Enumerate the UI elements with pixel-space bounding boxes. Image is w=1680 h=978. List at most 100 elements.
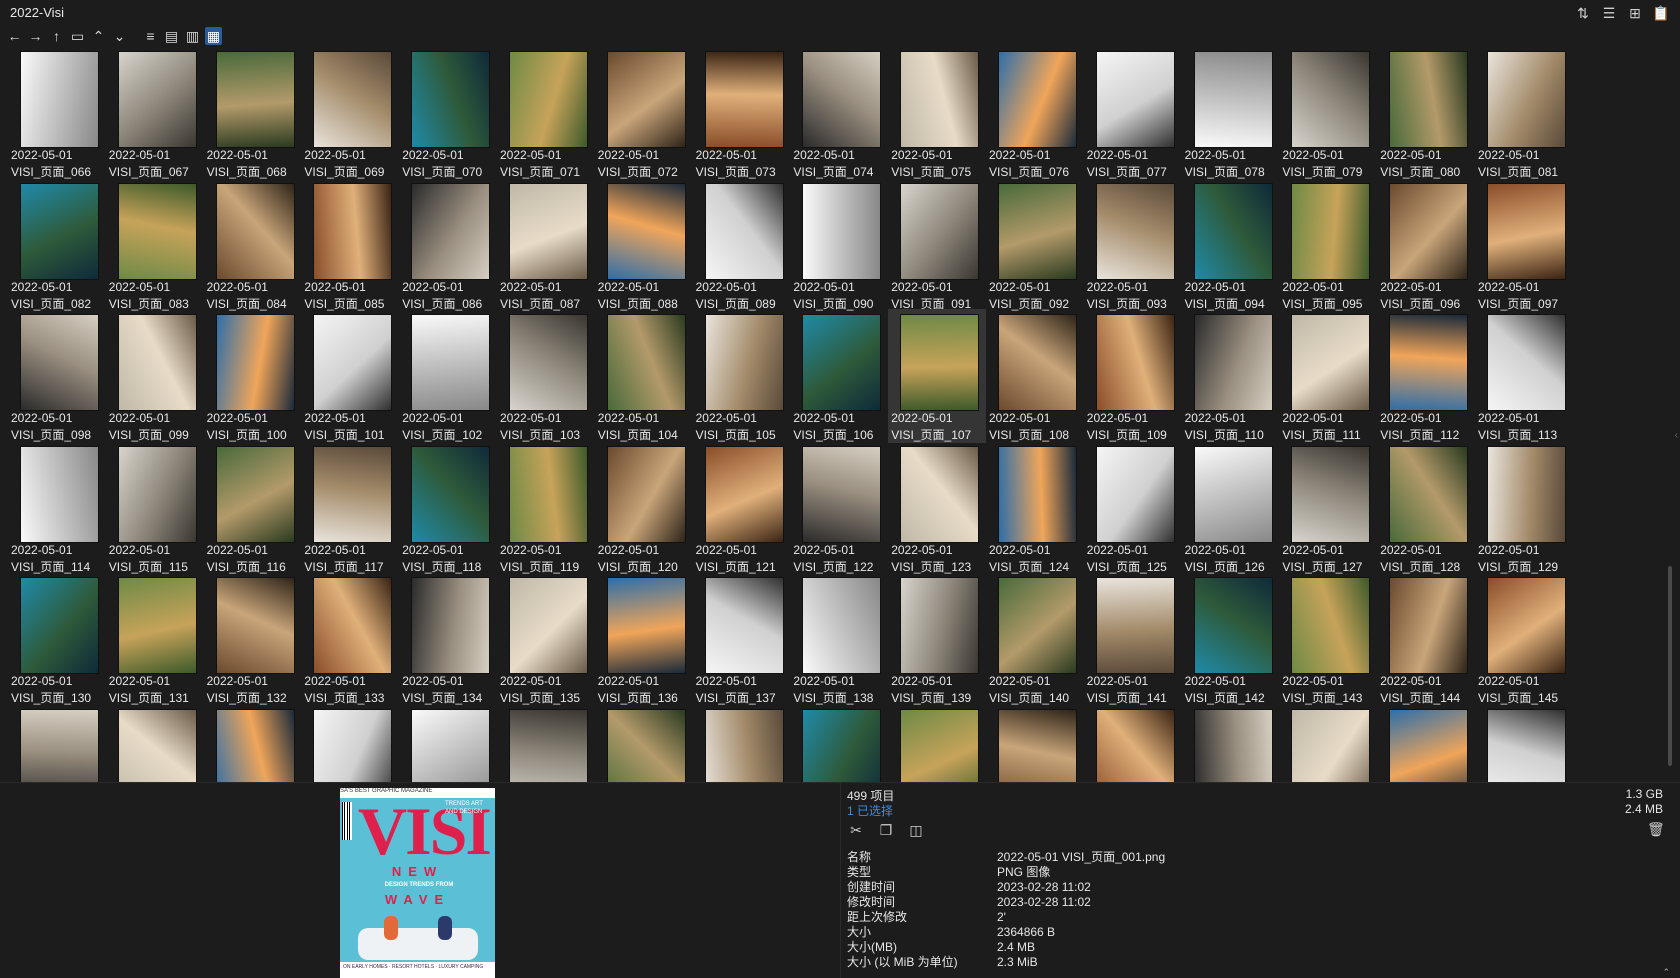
file-item[interactable]: 2022-05-01VISI_页面_146 <box>8 704 106 782</box>
scrollbar-thumb[interactable] <box>1668 566 1672 766</box>
file-item[interactable]: 2022-05-01 VISI_页面_082 <box>8 178 106 312</box>
file-thumbnail[interactable] <box>900 577 980 674</box>
file-item[interactable]: 2022-05-01 VISI_页面_095 <box>1279 178 1377 312</box>
file-item[interactable]: 2022-05-01 VISI_页面_126 <box>1182 441 1280 575</box>
file-thumbnail[interactable] <box>509 577 588 674</box>
file-item[interactable]: 2022-05-01 VISI_页面_107 <box>888 309 987 443</box>
file-item[interactable]: 2022-05-01VISI_页面_160 <box>1377 704 1475 782</box>
file-item[interactable]: 2022-05-01 VISI_页面_132 <box>204 572 302 706</box>
file-thumbnail[interactable] <box>20 577 99 674</box>
details-pane-icon[interactable]: ☰ <box>1600 4 1618 22</box>
file-item[interactable]: 2022-05-01 VISI_页面_098 <box>8 309 106 443</box>
file-item[interactable]: 2022-05-01 VISI_页面_093 <box>1084 178 1182 312</box>
file-thumbnail[interactable] <box>215 577 295 674</box>
file-thumbnail[interactable] <box>704 51 784 148</box>
file-thumbnail[interactable] <box>704 577 784 674</box>
file-item[interactable]: 2022-05-01 VISI_页面_128 <box>1377 441 1475 575</box>
file-item[interactable]: 2022-05-01 VISI_页面_121 <box>693 441 791 575</box>
file-item[interactable]: 2022-05-01VISI_页面_153 <box>693 704 791 782</box>
file-item[interactable]: 2022-05-01VISI_页面_159 <box>1279 704 1377 782</box>
file-item[interactable]: 2022-05-01 VISI_页面_073 <box>693 46 791 180</box>
file-thumbnail[interactable] <box>411 445 491 543</box>
list-view-icon[interactable]: ≡ <box>142 27 159 45</box>
file-item[interactable]: 2022-05-01VISI_页面_150 <box>399 704 497 782</box>
chevron-down-icon[interactable]: ⌄ <box>111 27 128 45</box>
collapse-pane-icon[interactable]: ⌃ <box>1662 967 1670 978</box>
file-thumbnail[interactable] <box>117 577 197 674</box>
details-view-icon[interactable]: ▤ <box>163 27 180 45</box>
file-thumbnail[interactable] <box>1193 314 1273 411</box>
file-thumbnail[interactable] <box>900 314 980 411</box>
new-folder-icon[interactable]: ▭ <box>69 27 86 45</box>
file-item[interactable]: 2022-05-01VISI_页面_147 <box>106 704 204 782</box>
file-item[interactable]: 2022-05-01 VISI_页面_077 <box>1084 46 1182 180</box>
file-item[interactable]: 2022-05-01 VISI_页面_143 <box>1279 572 1377 706</box>
file-item[interactable]: 2022-05-01 VISI_页面_084 <box>204 178 302 312</box>
file-item[interactable]: 2022-05-01 VISI_页面_087 <box>497 178 595 312</box>
file-item[interactable]: 2022-05-01 VISI_页面_081 <box>1475 46 1573 180</box>
file-item[interactable]: 2022-05-01 VISI_页面_101 <box>301 309 399 443</box>
file-item[interactable]: 2022-05-01 VISI_页面_123 <box>888 441 986 575</box>
file-item[interactable]: 2022-05-01 VISI_页面_104 <box>595 309 693 443</box>
file-thumbnail[interactable] <box>1487 51 1566 148</box>
file-item[interactable]: 2022-05-01 VISI_页面_103 <box>497 309 595 443</box>
file-item[interactable]: 2022-05-01VISI_页面_152 <box>595 704 693 782</box>
file-item[interactable]: 2022-05-01 VISI_页面_116 <box>204 441 302 575</box>
file-item[interactable]: 2022-05-01 VISI_页面_139 <box>888 572 986 706</box>
file-item[interactable]: 2022-05-01 VISI_页面_097 <box>1475 178 1573 312</box>
file-thumbnail[interactable] <box>1487 182 1566 280</box>
file-thumbnail[interactable] <box>1487 577 1566 674</box>
file-item[interactable]: 2022-05-01 VISI_页面_067 <box>106 46 204 180</box>
file-thumbnail[interactable] <box>1193 708 1273 782</box>
file-thumbnail[interactable] <box>606 314 686 411</box>
tiles-view-icon[interactable]: ▥ <box>184 27 201 45</box>
file-thumbnail[interactable] <box>20 314 99 411</box>
file-item[interactable]: 2022-05-01 VISI_页面_090 <box>790 178 888 312</box>
file-item[interactable]: 2022-05-01VISI_页面_161 <box>1475 704 1573 782</box>
file-item[interactable]: 2022-05-01 VISI_页面_118 <box>399 441 497 575</box>
file-item[interactable]: 2022-05-01 VISI_页面_136 <box>595 572 693 706</box>
cut-icon[interactable]: ✂ <box>847 821 865 839</box>
file-item[interactable]: 2022-05-01 VISI_页面_106 <box>790 309 888 443</box>
file-thumbnail[interactable] <box>1095 314 1175 411</box>
file-item[interactable]: 2022-05-01 VISI_页面_074 <box>790 46 888 180</box>
file-item[interactable]: 2022-05-01 VISI_页面_140 <box>986 572 1084 706</box>
file-thumbnail[interactable] <box>606 445 686 543</box>
file-item[interactable]: 2022-05-01 VISI_页面_079 <box>1279 46 1377 180</box>
file-thumbnail[interactable] <box>117 182 197 280</box>
collapse-icon[interactable]: ⌃ <box>90 27 107 45</box>
file-thumbnail[interactable] <box>117 314 197 411</box>
file-item[interactable]: 2022-05-01 VISI_页面_131 <box>106 572 204 706</box>
file-thumbnail[interactable] <box>509 708 588 782</box>
side-panel-toggle-icon[interactable]: ‹ <box>1675 430 1678 441</box>
file-thumbnail[interactable] <box>1291 445 1371 543</box>
file-thumbnail[interactable] <box>1487 314 1566 411</box>
file-item[interactable]: 2022-05-01 VISI_页面_145 <box>1475 572 1573 706</box>
copy-icon[interactable]: ❐ <box>877 821 895 839</box>
file-item[interactable]: 2022-05-01 VISI_页面_102 <box>399 309 497 443</box>
file-item[interactable]: 2022-05-01 VISI_页面_078 <box>1182 46 1280 180</box>
file-item[interactable]: 2022-05-01 VISI_页面_099 <box>106 309 204 443</box>
file-thumbnail[interactable] <box>1193 51 1273 148</box>
up-icon[interactable]: ↑ <box>48 27 65 45</box>
file-thumbnail[interactable] <box>802 51 882 148</box>
file-thumbnail[interactable] <box>411 51 491 148</box>
file-item[interactable]: 2022-05-01 VISI_页面_092 <box>986 178 1084 312</box>
file-item[interactable]: 2022-05-01 VISI_页面_096 <box>1377 178 1475 312</box>
file-item[interactable]: 2022-05-01 VISI_页面_091 <box>888 178 986 312</box>
file-item[interactable]: 2022-05-01 VISI_页面_113 <box>1475 309 1573 443</box>
file-thumbnail[interactable] <box>313 445 393 543</box>
file-item[interactable]: 2022-05-01 VISI_页面_144 <box>1377 572 1475 706</box>
file-thumbnail[interactable] <box>313 577 393 674</box>
file-item[interactable]: 2022-05-01 VISI_页面_133 <box>301 572 399 706</box>
file-thumbnail[interactable] <box>704 445 784 543</box>
file-thumbnail[interactable] <box>215 445 295 543</box>
file-thumbnail[interactable] <box>1389 51 1469 148</box>
sort-icon[interactable]: ⇅ <box>1574 4 1592 22</box>
thumbnails-view-icon[interactable]: ▦ <box>205 27 222 45</box>
file-item[interactable]: 2022-05-01 VISI_页面_119 <box>497 441 595 575</box>
new-tab-icon[interactable]: ⊞ <box>1626 4 1644 22</box>
file-item[interactable]: 2022-05-01VISI_页面_148 <box>204 704 302 782</box>
file-item[interactable]: 2022-05-01VISI_页面_149 <box>301 704 399 782</box>
file-thumbnail[interactable] <box>998 577 1077 674</box>
